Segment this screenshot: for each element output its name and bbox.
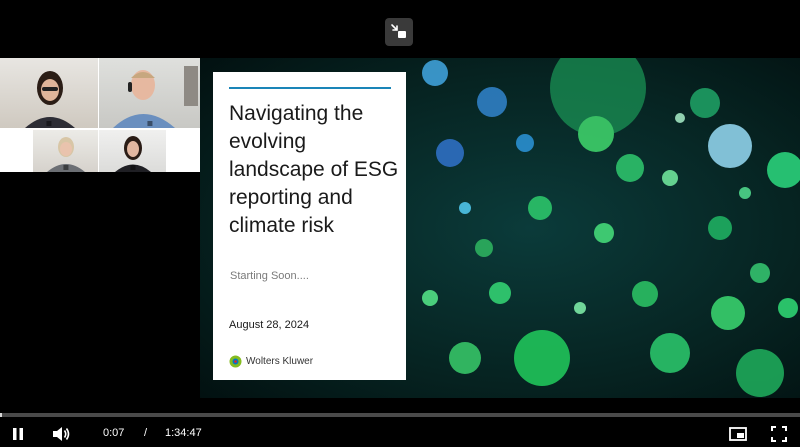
participant-name-tag	[46, 121, 52, 126]
volume-icon	[53, 427, 70, 441]
wolters-kluwer-logo-icon	[229, 355, 242, 368]
participant-name-tag	[62, 165, 69, 170]
volume-button[interactable]	[50, 424, 72, 444]
progress-bar[interactable]	[0, 413, 800, 417]
picture-in-picture-icon	[729, 427, 747, 441]
time-separator: /	[144, 427, 148, 439]
slide-title: Navigating the evolving landscape of ESG…	[229, 102, 399, 237]
duration: 1:34:47	[165, 427, 202, 439]
slide-date: August 28, 2024	[229, 319, 310, 331]
participant-name-tag	[129, 165, 136, 170]
participants-grid	[0, 58, 200, 172]
brand-logo: Wolters Kluwer	[229, 355, 313, 368]
slide-status: Starting Soon....	[230, 270, 309, 282]
participant-video	[25, 71, 75, 128]
participant-tile[interactable]	[33, 130, 98, 172]
participant-video	[113, 66, 198, 128]
participant-tile[interactable]	[99, 58, 200, 128]
slide-title-card: Navigating the evolving landscape of ESG…	[213, 72, 406, 380]
exit-fullscreen-icon	[391, 24, 406, 38]
fullscreen-icon	[771, 426, 787, 442]
pause-icon	[13, 428, 23, 440]
progress-fill	[0, 413, 2, 417]
brand-name: Wolters Kluwer	[246, 356, 314, 367]
participant-tile[interactable]	[99, 130, 166, 172]
play-pause-button[interactable]	[8, 424, 28, 444]
video-player: Navigating the evolving landscape of ESG…	[0, 0, 800, 447]
participant-tile[interactable]	[0, 58, 98, 128]
accent-rule	[229, 87, 391, 89]
participant-name-tag	[146, 121, 153, 126]
exit-fullscreen-button[interactable]	[385, 18, 413, 46]
current-time: 0:07	[103, 427, 125, 439]
fullscreen-button[interactable]	[768, 424, 790, 444]
picture-in-picture-button[interactable]	[727, 424, 749, 444]
